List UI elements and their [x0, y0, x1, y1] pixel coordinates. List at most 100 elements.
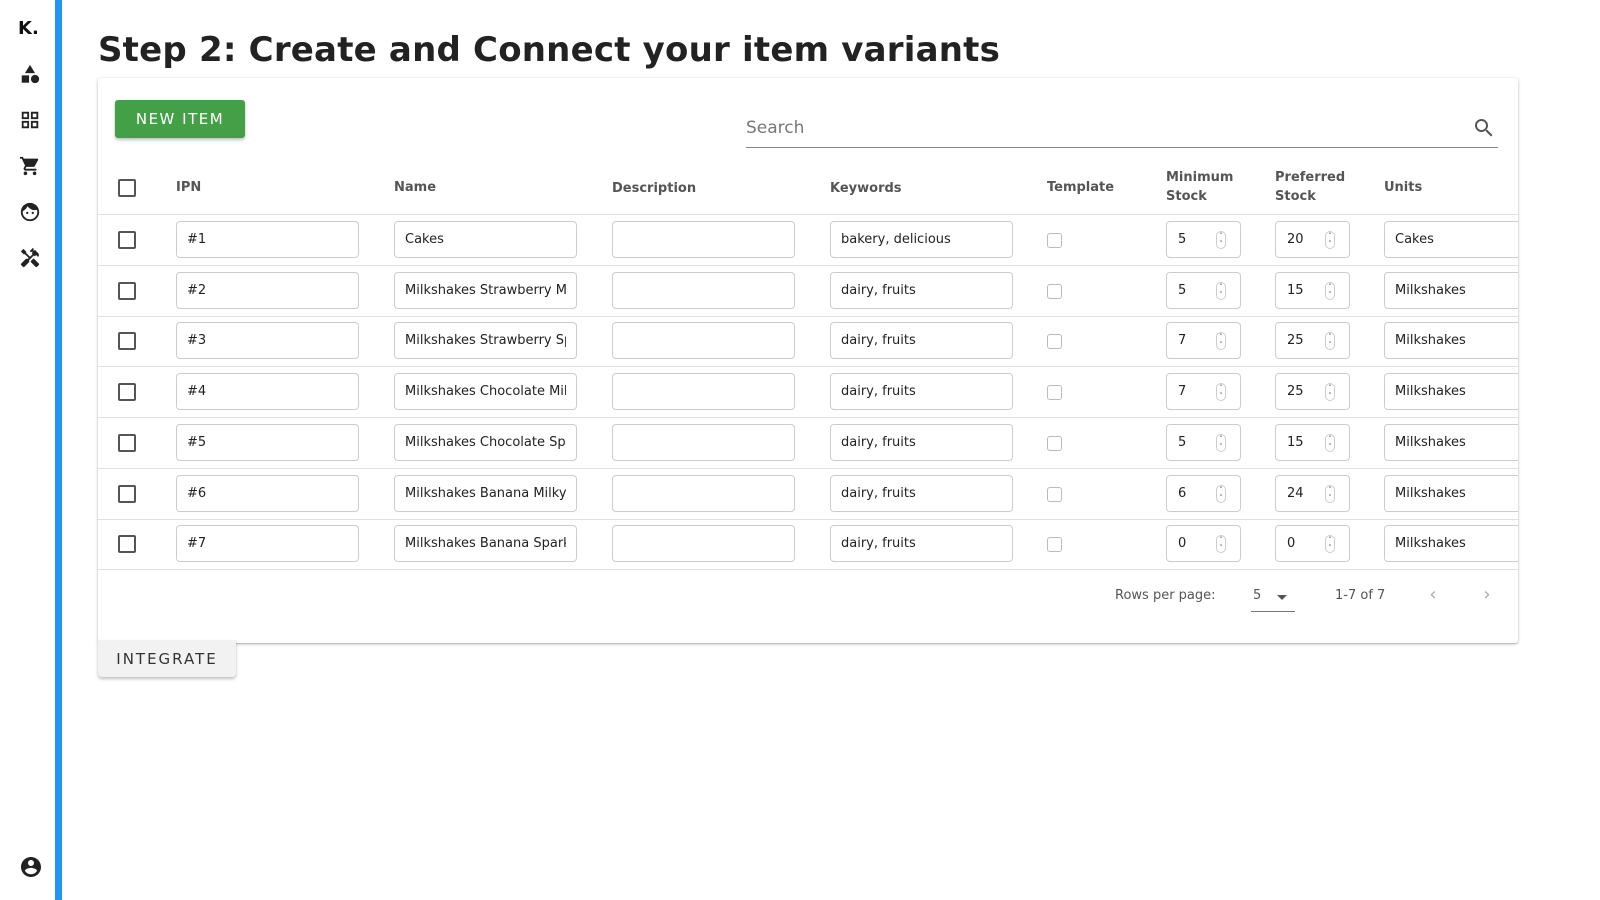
stepper-icon[interactable]: ˄ ˅: [1325, 433, 1335, 452]
keywords-input[interactable]: [830, 423, 1013, 461]
stepper-icon[interactable]: ˄ ˅: [1216, 383, 1226, 402]
name-input[interactable]: [394, 221, 577, 258]
row-select-checkbox[interactable]: [118, 281, 136, 300]
ipn-input[interactable]: [176, 525, 359, 563]
name-input[interactable]: [394, 474, 577, 512]
logo[interactable]: K.: [18, 18, 39, 39]
stepper-icon[interactable]: ˄ ˅: [1216, 231, 1226, 249]
row-select-checkbox[interactable]: [118, 433, 136, 452]
units-input[interactable]: [1384, 373, 1518, 411]
row-select-checkbox[interactable]: [118, 484, 136, 503]
keywords-input[interactable]: [830, 373, 1013, 411]
new-item-button[interactable]: NEW ITEM: [115, 100, 245, 138]
template-checkbox[interactable]: [1047, 435, 1062, 451]
description-input[interactable]: [612, 373, 795, 411]
keywords-input[interactable]: [830, 221, 1013, 258]
stepper-icon[interactable]: ˄ ˅: [1216, 535, 1226, 554]
column-header-description[interactable]: Description: [612, 179, 696, 198]
preferred-stock-input[interactable]: 20 ˄ ˅: [1275, 221, 1350, 258]
name-input[interactable]: [394, 525, 577, 563]
integrate-button[interactable]: INTEGRATE: [98, 640, 236, 677]
preferred-stock-input[interactable]: 15 ˄ ˅: [1275, 423, 1350, 461]
stepper-icon[interactable]: ˄ ˅: [1216, 332, 1226, 351]
preferred-stock-input[interactable]: 0 ˄ ˅: [1275, 525, 1350, 563]
description-input[interactable]: [612, 271, 795, 309]
ipn-input[interactable]: [176, 474, 359, 512]
ipn-input[interactable]: [176, 221, 359, 258]
previous-page-button[interactable]: ‹: [1423, 584, 1443, 605]
template-checkbox[interactable]: [1047, 233, 1062, 248]
ipn-input[interactable]: [176, 373, 359, 411]
preferred-stock-input[interactable]: 25 ˄ ˅: [1275, 373, 1350, 411]
sidebar-item-items[interactable]: [18, 64, 42, 88]
template-checkbox[interactable]: [1047, 334, 1062, 350]
units-input[interactable]: [1384, 525, 1518, 563]
keywords-input[interactable]: [830, 322, 1013, 360]
preferred-stock-input[interactable]: 25 ˄ ˅: [1275, 322, 1350, 360]
template-checkbox[interactable]: [1047, 283, 1062, 299]
stepper-icon[interactable]: ˄ ˅: [1325, 535, 1335, 554]
sidebar-item-customers[interactable]: [18, 202, 42, 226]
column-header-minimum-stock[interactable]: Minimum Stock: [1166, 168, 1233, 206]
account-button[interactable]: [19, 855, 43, 879]
minimum-stock-input[interactable]: 0 ˄ ˅: [1166, 525, 1241, 563]
description-input[interactable]: [612, 423, 795, 461]
units-input[interactable]: [1384, 423, 1518, 461]
sidebar-item-orders[interactable]: [18, 156, 42, 180]
stepper-icon[interactable]: ˄ ˅: [1325, 332, 1335, 351]
stepper-icon[interactable]: ˄ ˅: [1325, 281, 1335, 300]
column-header-units[interactable]: Units: [1384, 178, 1422, 197]
units-input[interactable]: [1384, 474, 1518, 512]
units-input[interactable]: [1384, 322, 1518, 360]
minimum-stock-input[interactable]: 5 ˄ ˅: [1166, 271, 1241, 309]
name-input[interactable]: [394, 271, 577, 309]
search-input[interactable]: [746, 114, 1466, 142]
stepper-icon[interactable]: ˄ ˅: [1216, 484, 1226, 503]
rows-per-page-select[interactable]: 5: [1251, 582, 1295, 612]
stepper-icon[interactable]: ˄ ˅: [1325, 231, 1335, 249]
description-input[interactable]: [612, 322, 795, 360]
row-select-checkbox[interactable]: [118, 535, 136, 554]
keywords-input[interactable]: [830, 271, 1013, 309]
minimum-stock-input[interactable]: 5 ˄ ˅: [1166, 221, 1241, 258]
sidebar-item-dashboard[interactable]: [18, 110, 42, 134]
description-input[interactable]: [612, 221, 795, 258]
preferred-stock-input[interactable]: 15 ˄ ˅: [1275, 271, 1350, 309]
column-header-template[interactable]: Template: [1047, 178, 1114, 197]
description-input[interactable]: [612, 474, 795, 512]
template-checkbox[interactable]: [1047, 385, 1062, 401]
units-input[interactable]: [1384, 221, 1518, 258]
ipn-input[interactable]: [176, 322, 359, 360]
column-header-ipn[interactable]: IPN: [176, 178, 201, 197]
next-page-button[interactable]: ›: [1477, 584, 1497, 605]
template-checkbox[interactable]: [1047, 486, 1062, 502]
name-input[interactable]: [394, 373, 577, 411]
ipn-input[interactable]: [176, 271, 359, 309]
keywords-input[interactable]: [830, 525, 1013, 563]
stepper-icon[interactable]: ˄ ˅: [1325, 484, 1335, 503]
stepper-icon[interactable]: ˄ ˅: [1325, 383, 1335, 402]
name-input[interactable]: [394, 423, 577, 461]
column-header-keywords[interactable]: Keywords: [830, 179, 902, 198]
name-input[interactable]: [394, 322, 577, 360]
minimum-stock-input[interactable]: 6 ˄ ˅: [1166, 474, 1241, 512]
column-header-name[interactable]: Name: [394, 178, 436, 197]
search-icon[interactable]: [1472, 116, 1496, 140]
minimum-stock-input[interactable]: 7 ˄ ˅: [1166, 322, 1241, 360]
minimum-stock-input[interactable]: 5 ˄ ˅: [1166, 423, 1241, 461]
ipn-input[interactable]: [176, 423, 359, 461]
stepper-icon[interactable]: ˄ ˅: [1216, 281, 1226, 300]
row-select-checkbox[interactable]: [118, 383, 136, 402]
row-select-checkbox[interactable]: [118, 231, 136, 249]
sidebar-item-settings[interactable]: [18, 247, 42, 272]
row-select-checkbox[interactable]: [118, 332, 136, 351]
minimum-stock-input[interactable]: 7 ˄ ˅: [1166, 373, 1241, 411]
select-all-checkbox[interactable]: [118, 179, 136, 197]
description-input[interactable]: [612, 525, 795, 563]
column-header-preferred-stock[interactable]: Preferred Stock: [1275, 168, 1345, 206]
units-input[interactable]: [1384, 271, 1518, 309]
template-checkbox[interactable]: [1047, 537, 1062, 553]
keywords-input[interactable]: [830, 474, 1013, 512]
stepper-icon[interactable]: ˄ ˅: [1216, 433, 1226, 452]
preferred-stock-input[interactable]: 24 ˄ ˅: [1275, 474, 1350, 512]
